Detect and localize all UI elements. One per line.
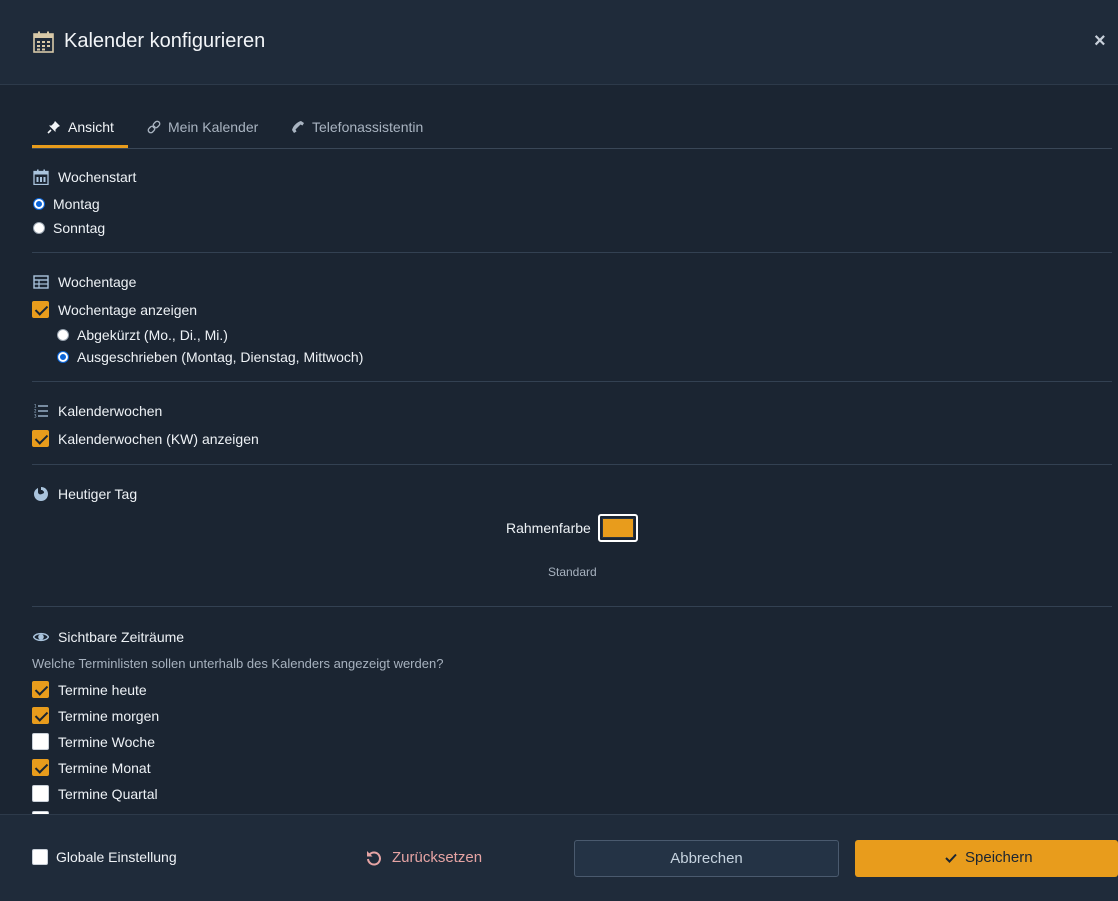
radio-ausgeschrieben[interactable] xyxy=(57,351,69,363)
checkbox-termine-heute[interactable] xyxy=(32,681,49,698)
table-icon xyxy=(33,275,49,289)
checkbox-label: Termine heute xyxy=(58,682,147,698)
divider xyxy=(32,252,1112,253)
checkbox-kalenderwochen-anzeigen[interactable] xyxy=(32,430,49,447)
save-button[interactable]: Speichern xyxy=(855,840,1118,877)
tab-mein-kalender[interactable]: Mein Kalender xyxy=(146,107,264,147)
checkbox-globale-einstellung[interactable] xyxy=(32,849,48,865)
checkbox-label: Termine Woche xyxy=(58,734,156,750)
tab-label: Ansicht xyxy=(68,119,114,135)
palette-icon xyxy=(34,487,48,501)
check-icon xyxy=(945,853,957,863)
section-title-wochentage: Wochentage xyxy=(58,274,137,290)
numbered-list-icon: 123 xyxy=(34,404,48,419)
section-title-kalenderwochen: Kalenderwochen xyxy=(58,403,163,419)
checkbox-label: Globale Einstellung xyxy=(56,849,177,865)
tab-bar: Ansicht Mein Kalender Telefonassistentin xyxy=(32,107,1112,149)
section-hint: Welche Terminlisten sollen unterhalb des… xyxy=(32,656,444,671)
section-title-heutiger-tag: Heutiger Tag xyxy=(58,486,138,502)
checkbox-wochentage-anzeigen[interactable] xyxy=(32,301,49,318)
link-icon xyxy=(147,120,161,134)
checkbox-label: Kalenderwochen (KW) anzeigen xyxy=(58,431,259,447)
radio-label: Montag xyxy=(53,196,100,212)
svg-text:3: 3 xyxy=(34,414,37,419)
standard-label: Standard xyxy=(548,565,597,579)
tab-label: Mein Kalender xyxy=(168,119,259,135)
radio-label: Ausgeschrieben (Montag, Dienstag, Mittwo… xyxy=(77,349,364,365)
cancel-button[interactable]: Abbrechen xyxy=(574,840,839,877)
checkbox-termine-morgen[interactable] xyxy=(32,707,49,724)
rahmenfarbe-label: Rahmenfarbe xyxy=(506,520,591,536)
calendar-icon xyxy=(33,31,54,53)
checkbox-termine-monat[interactable] xyxy=(32,759,49,776)
checkbox-label: Termine Monat xyxy=(58,760,151,776)
eye-icon xyxy=(33,632,49,642)
phone-icon xyxy=(292,121,304,133)
tab-telefonassistentin[interactable]: Telefonassistentin xyxy=(290,107,430,147)
checkbox-label: Termine morgen xyxy=(58,708,160,724)
dialog-title: Kalender konfigurieren xyxy=(64,30,266,52)
close-button[interactable]: × xyxy=(1094,30,1106,53)
tab-label: Telefonassistentin xyxy=(312,119,424,135)
section-title-sichtbare-zeitraeume: Sichtbare Zeiträume xyxy=(58,629,185,645)
undo-icon xyxy=(367,851,381,866)
tab-ansicht[interactable]: Ansicht xyxy=(32,107,128,148)
checkbox-termine-woche[interactable] xyxy=(32,733,49,750)
radio-sonntag[interactable] xyxy=(33,222,45,234)
dialog-footer: Globale Einstellung Zurücksetzen Abbrech… xyxy=(0,814,1118,901)
calendar-icon xyxy=(33,169,49,185)
divider xyxy=(32,606,1112,607)
reset-label: Zurücksetzen xyxy=(392,849,483,866)
save-label: Speichern xyxy=(965,849,1033,866)
divider xyxy=(32,381,1112,382)
checkbox-label: Wochentage anzeigen xyxy=(58,302,198,318)
dialog-header: Kalender konfigurieren × xyxy=(0,0,1118,85)
color-swatch xyxy=(602,518,634,538)
radio-abgekuerzt[interactable] xyxy=(57,329,69,341)
dialog-body: Ansicht Mein Kalender Telefonassistentin… xyxy=(0,85,1118,814)
section-title-wochenstart: Wochenstart xyxy=(58,169,137,185)
checkbox-termine-quartal[interactable] xyxy=(32,785,49,802)
divider xyxy=(32,464,1112,465)
radio-label: Sonntag xyxy=(53,220,106,236)
color-picker[interactable] xyxy=(598,514,638,542)
checkbox-label: Termine Quartal xyxy=(58,786,158,802)
radio-montag[interactable] xyxy=(33,198,45,210)
radio-label: Abgekürzt (Mo., Di., Mi.) xyxy=(77,327,228,343)
pin-icon xyxy=(47,121,60,134)
